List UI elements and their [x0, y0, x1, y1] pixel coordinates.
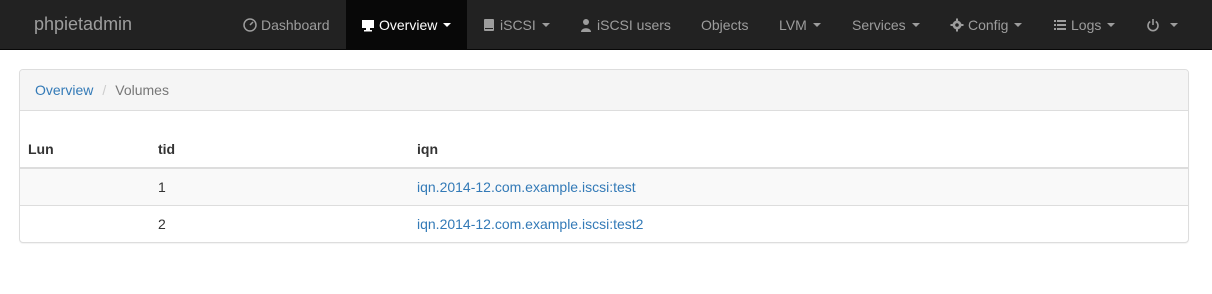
nav-objects-label: Objects [701, 17, 749, 33]
nav-dashboard[interactable]: Dashboard [228, 0, 345, 50]
monitor-icon [361, 18, 375, 32]
breadcrumb-separator: / [102, 82, 107, 98]
cell-iqn: iqn.2014-12.com.example.iscsi:test2 [409, 204, 1188, 242]
table-row: 1 iqn.2014-12.com.example.iscsi:test [20, 167, 1188, 205]
cell-iqn: iqn.2014-12.com.example.iscsi:test [409, 167, 1188, 205]
nav-overview-label: Overview [379, 17, 438, 33]
user-icon [579, 18, 593, 32]
cell-lun [20, 167, 150, 205]
iqn-link[interactable]: iqn.2014-12.com.example.iscsi:test [417, 179, 636, 195]
nav-logs[interactable]: Logs [1038, 0, 1130, 50]
list-icon [1053, 18, 1067, 32]
column-header-tid: tid [150, 131, 409, 169]
column-header-iqn: iqn [409, 131, 1188, 169]
gear-icon [950, 18, 964, 32]
nav-overview[interactable]: Overview [346, 0, 467, 50]
nav-iscsi-users-label: iSCSI users [597, 17, 671, 33]
breadcrumb: Overview / Volumes [20, 70, 1188, 111]
chevron-down-icon [1170, 23, 1178, 27]
nav-config[interactable]: Config [935, 0, 1037, 50]
volumes-panel: Overview / Volumes Lun tid iqn 1 iqn.201… [19, 69, 1189, 243]
power-icon [1146, 18, 1160, 32]
top-navbar: phpietadmin Dashboard Overview iSCSI iSC… [0, 0, 1212, 50]
cell-lun [20, 204, 150, 242]
chevron-down-icon [1107, 23, 1116, 27]
chevron-down-icon [1014, 23, 1023, 27]
chevron-down-icon [911, 23, 920, 27]
hard-drive-icon [482, 18, 496, 32]
volumes-table: Lun tid iqn 1 iqn.2014-12.com.example.is… [20, 131, 1188, 242]
nav-lvm-label: LVM [779, 17, 807, 33]
chevron-down-icon [812, 23, 821, 27]
nav-config-label: Config [968, 17, 1009, 33]
nav-iscsi-users[interactable]: iSCSI users [564, 0, 686, 50]
breadcrumb-overview-link[interactable]: Overview [35, 82, 93, 98]
iqn-link[interactable]: iqn.2014-12.com.example.iscsi:test2 [417, 216, 643, 232]
nav-iscsi[interactable]: iSCSI [467, 0, 565, 50]
chevron-down-icon [443, 23, 452, 27]
nav-objects[interactable]: Objects [686, 0, 763, 50]
chevron-down-icon [541, 23, 550, 27]
cell-tid: 1 [150, 167, 409, 205]
column-header-lun: Lun [20, 131, 150, 169]
table-row: 2 iqn.2014-12.com.example.iscsi:test2 [20, 204, 1188, 242]
nav-logs-label: Logs [1071, 17, 1102, 33]
breadcrumb-current: Volumes [115, 82, 169, 98]
brand-link[interactable]: phpietadmin [34, 0, 132, 50]
nav-services[interactable]: Services [837, 0, 935, 50]
nav-services-label: Services [852, 17, 906, 33]
nav-iscsi-label: iSCSI [500, 17, 536, 33]
nav-lvm[interactable]: LVM [764, 0, 836, 50]
dashboard-icon [243, 18, 257, 32]
nav-power[interactable] [1131, 0, 1193, 50]
nav-dashboard-label: Dashboard [261, 17, 330, 33]
cell-tid: 2 [150, 204, 409, 242]
